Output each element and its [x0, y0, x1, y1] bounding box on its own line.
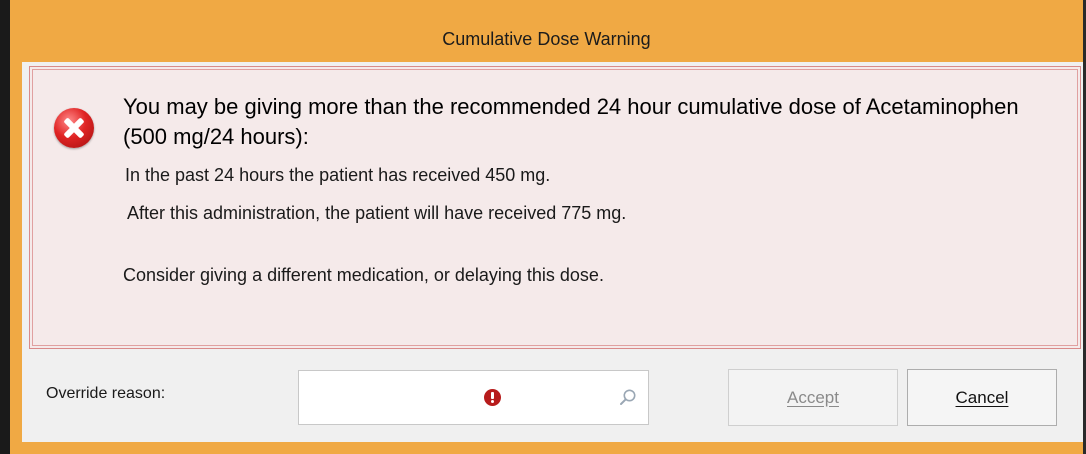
accept-button[interactable]: Accept: [728, 369, 898, 426]
cancel-button[interactable]: Cancel: [907, 369, 1057, 426]
window-title: Cumulative Dose Warning: [442, 28, 651, 49]
window-left-edge: [0, 0, 10, 454]
title-bar[interactable]: Cumulative Dose Warning: [10, 0, 1083, 62]
warning-headline: You may be giving more than the recommen…: [123, 94, 1019, 149]
override-reason-input[interactable]: [298, 370, 649, 425]
recommendation-text: Consider giving a different medication, …: [123, 265, 604, 285]
override-reason-label: Override reason:: [46, 385, 166, 402]
required-indicator-icon: [484, 389, 501, 406]
received-dose-text: In the past 24 hours the patient has rec…: [125, 165, 551, 185]
dialog-window: Cumulative Dose Warning You may be givin…: [0, 0, 1086, 454]
error-icon: [54, 108, 94, 148]
search-icon[interactable]: [619, 388, 637, 406]
projected-dose-text: After this administration, the patient w…: [127, 203, 627, 223]
